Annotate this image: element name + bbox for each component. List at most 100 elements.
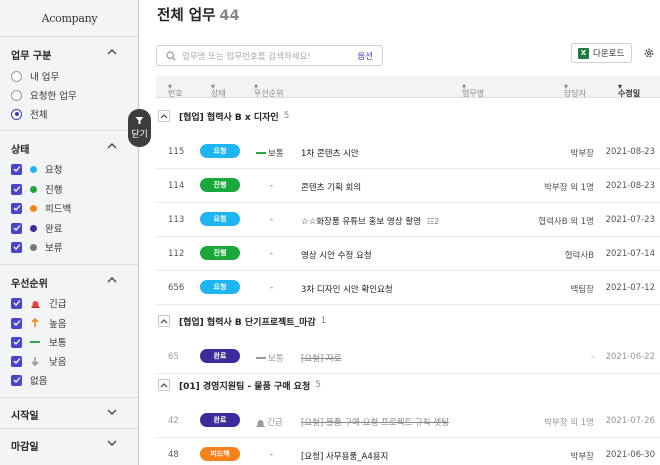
table-row[interactable]: 113 요청 - ☆☆화장품 유튜브 홍보 영상 촬영 ☷2 협력사B 외 1명 2021-… bbox=[156, 203, 660, 237]
filter-label: 보통 bbox=[49, 338, 67, 349]
task-title[interactable]: ☆☆화장품 유튜브 홍보 영상 촬영 ☷2 bbox=[301, 215, 439, 227]
filter-priority-none[interactable]: 없음 bbox=[11, 373, 47, 387]
task-modified-date: 2021-08-23 bbox=[605, 147, 655, 157]
collapse-icon[interactable] bbox=[158, 315, 170, 327]
task-number: 112 bbox=[168, 249, 185, 259]
task-title[interactable]: 영상 시안 수정 요청 bbox=[301, 249, 372, 261]
chevron-down-icon[interactable] bbox=[106, 437, 118, 449]
task-title[interactable]: 콘텐츠 기획 회의 bbox=[301, 181, 361, 193]
task-number: 115 bbox=[168, 147, 185, 157]
arrow-up-icon bbox=[30, 318, 40, 328]
status-badge[interactable]: 피드백 bbox=[200, 447, 240, 461]
filter-status-item[interactable]: 보류 bbox=[11, 240, 62, 254]
task-title[interactable]: 3차 디자인 시안 확인요청 bbox=[301, 283, 393, 295]
table-row[interactable]: 656 요청 -3차 디자인 시안 확인요청 백팀장 2021-07-12 bbox=[156, 271, 660, 305]
column-status[interactable]: 상태 ▾ bbox=[211, 82, 226, 98]
filter-status-item[interactable]: 진행 bbox=[11, 182, 62, 196]
search-icon bbox=[166, 51, 176, 61]
chevron-down-icon[interactable] bbox=[106, 406, 118, 418]
task-assignee: 박부장 bbox=[570, 452, 594, 462]
filter-status-item[interactable]: 완료 bbox=[11, 221, 62, 235]
filter-label: 피드백 bbox=[45, 204, 72, 215]
column-title[interactable]: 업무명 ▾ bbox=[462, 82, 484, 98]
task-number: 113 bbox=[168, 215, 185, 225]
table-row[interactable]: 112 진행 - 영상 시안 수정 요청 협력사B 2021-07-14 bbox=[156, 237, 660, 271]
task-number: 656 bbox=[168, 283, 185, 293]
task-group-header[interactable]: [협업] 협력사 B x 디자인 5 bbox=[156, 105, 660, 127]
table-row[interactable]: 65 완료 보통 [요청] 자료 - 2021-06-22 bbox=[156, 340, 660, 374]
table-row[interactable]: 115 요청 보통 1차 콘텐츠 시안 박부장 2021-08-23 bbox=[156, 135, 660, 169]
collapse-icon[interactable] bbox=[158, 379, 170, 391]
status-badge[interactable]: 진행 bbox=[200, 246, 240, 260]
task-assignee: 박부장 외 1명 bbox=[544, 418, 594, 428]
filter-priority-high[interactable]: 높음 bbox=[11, 316, 66, 330]
task-number: 42 bbox=[168, 416, 179, 426]
table-row[interactable]: 42 완료 긴급 [요청] 물품 구매 요청 프로젝트 규칙 셋팅 박부장 외 1명 20… bbox=[156, 404, 660, 438]
column-priority[interactable]: 우선순위 ▾ bbox=[254, 82, 283, 98]
radio-requested-work[interactable]: 요청한 업무 bbox=[11, 88, 77, 102]
task-title[interactable]: 1차 콘텐츠 시안 bbox=[301, 147, 359, 159]
task-assignee: 백팀장 bbox=[570, 285, 594, 295]
filter-label: 긴급 bbox=[49, 299, 67, 310]
filter-status-item[interactable]: 요청 bbox=[11, 162, 62, 176]
group-name: [01] 경영지원팀 - 물품 구매 요청 bbox=[179, 381, 311, 392]
checkbox-icon bbox=[11, 355, 22, 367]
download-button[interactable]: X 다운로드 bbox=[571, 43, 632, 63]
chevron-up-icon[interactable] bbox=[106, 46, 118, 58]
checkbox-icon bbox=[11, 297, 22, 309]
task-count: 44 bbox=[219, 8, 240, 24]
search-option-button[interactable]: 옵션 bbox=[357, 50, 373, 62]
column-assignee[interactable]: 담당자 ▾ bbox=[564, 82, 586, 98]
filter-priority-low[interactable]: 낮음 bbox=[11, 354, 66, 368]
task-modified-date: 2021-06-22 bbox=[605, 352, 655, 362]
filter-priority-urgent[interactable]: 긴급 bbox=[11, 296, 66, 310]
siren-icon bbox=[256, 419, 265, 427]
column-modified[interactable]: 수정일 ▾ bbox=[618, 82, 640, 98]
task-title[interactable]: [요청] 자료 bbox=[301, 352, 342, 364]
radio-my-work[interactable]: 내 업무 bbox=[11, 69, 59, 83]
arrow-down-icon bbox=[30, 356, 40, 366]
filter-priority-normal[interactable]: 보통 bbox=[11, 335, 66, 349]
status-badge[interactable]: 진행 bbox=[200, 178, 240, 192]
task-modified-date: 2021-06-30 bbox=[605, 450, 655, 460]
divider bbox=[0, 428, 139, 429]
task-title[interactable]: [요청] 사무용품_A4용지 bbox=[301, 450, 388, 462]
group-count: 1 bbox=[320, 316, 327, 326]
collapse-icon[interactable] bbox=[158, 110, 170, 122]
due-date-title[interactable]: 마감일 bbox=[11, 438, 39, 453]
logo-text: Acompany bbox=[41, 11, 98, 25]
dash-icon bbox=[256, 357, 266, 359]
table-row[interactable]: 48 피드백 - [요청] 사무용품_A4용지 박부장 2021-06-30 bbox=[156, 438, 660, 465]
start-date-title[interactable]: 시작일 bbox=[11, 407, 39, 422]
table-row[interactable]: 114 진행 - 콘텐츠 기획 회의 박부장 외 1명 2021-08-23 bbox=[156, 169, 660, 203]
gear-icon[interactable] bbox=[643, 47, 655, 59]
work-type-title: 업무 구분 bbox=[11, 51, 52, 62]
sidebar-close-button[interactable]: 닫기 bbox=[128, 109, 151, 147]
priority-title: 우선순위 bbox=[11, 279, 48, 290]
status-dot-icon bbox=[30, 204, 37, 212]
chevron-up-icon[interactable] bbox=[106, 140, 118, 152]
filter-status-item[interactable]: 피드백 bbox=[11, 201, 71, 215]
search-box[interactable]: 업무명 또는 업무번호를 검색하세요! 옵션 bbox=[156, 45, 383, 66]
group-count: 5 bbox=[315, 380, 321, 390]
status-dot-icon bbox=[30, 165, 37, 173]
status-badge[interactable]: 요청 bbox=[200, 212, 240, 226]
column-number[interactable]: 번호 ▾ bbox=[168, 82, 183, 98]
radio-all-work[interactable]: 전체 bbox=[11, 107, 47, 121]
task-assignee: 협력사B bbox=[564, 251, 594, 261]
status-badge[interactable]: 요청 bbox=[200, 144, 240, 158]
status-badge[interactable]: 완료 bbox=[200, 349, 240, 363]
search-input[interactable]: 업무명 또는 업무번호를 검색하세요! bbox=[182, 50, 311, 62]
task-group-header[interactable]: [협업] 협력사 B 단기프로젝트_마감 1 bbox=[156, 310, 660, 332]
checkbox-icon bbox=[11, 163, 22, 175]
task-group-header[interactable]: [01] 경영지원팀 - 물품 구매 요청 5 bbox=[156, 374, 660, 396]
group-name: [협업] 협력사 B x 디자인 bbox=[179, 112, 279, 123]
company-logo[interactable]: Acompany bbox=[0, 6, 139, 30]
status-badge[interactable]: 요청 bbox=[200, 280, 240, 294]
task-title[interactable]: [요청] 물품 구매 요청 프로젝트 규칙 셋팅 bbox=[301, 416, 449, 428]
checkbox-icon bbox=[11, 317, 22, 329]
task-number: 65 bbox=[168, 352, 179, 362]
status-badge[interactable]: 완료 bbox=[200, 413, 240, 427]
chevron-up-icon[interactable] bbox=[106, 274, 118, 286]
radio-label: 요청한 업무 bbox=[30, 91, 77, 102]
